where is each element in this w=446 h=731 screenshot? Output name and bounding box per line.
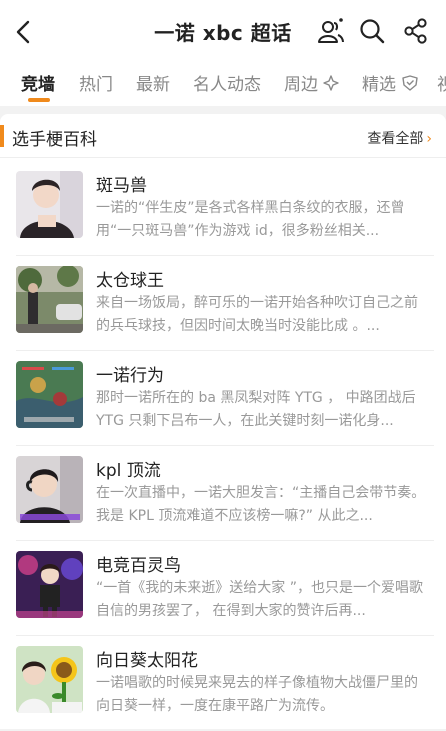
tab-merch[interactable]: 周边	[284, 70, 340, 95]
section-accent-bar	[0, 125, 4, 147]
item-title: 一诺行为	[96, 366, 164, 386]
thumbnail-image	[16, 456, 83, 523]
list-item[interactable]: 一诺行为 那时一诺所在的 ba 黑凤梨对阵 YTG ， 中路团战后 YTG 只剩…	[0, 351, 446, 446]
item-description: 在一次直播中，一诺大胆发言：“主播自己会带节奏。我是 KPL 顶流难道不应该榜一…	[96, 485, 426, 524]
item-title: 向日葵太阳花	[96, 651, 198, 671]
divider	[0, 157, 446, 158]
tab-video[interactable]: 视	[437, 70, 446, 95]
see-all-link[interactable]: 查看全部 ›	[367, 128, 432, 148]
tab-featured[interactable]: 精选	[362, 70, 419, 95]
badge-icon	[402, 75, 419, 91]
share-icon[interactable]	[402, 17, 430, 45]
item-title: 电竞百灵鸟	[96, 556, 181, 576]
item-description: “一首《我的未来逝》送给大家 ”，也只是一个爱唱歌自信的男孩罢了， 在得到大家的…	[96, 580, 423, 619]
item-description: 一诺唱歌的时候晃来晃去的样子像植物大战僵尸里的向日葵一样，一度在康平路广为流传。	[96, 675, 418, 714]
item-description: 一诺的“伴生皮”是各式各样黑白条纹的衣服，还曾用“一只斑马兽”作为游戏 id，很…	[96, 200, 405, 239]
tab-hot[interactable]: 热门	[79, 70, 113, 95]
thumbnail-image	[16, 266, 83, 333]
thumbnail-image	[16, 361, 83, 428]
item-title: kpl 顶流	[96, 461, 161, 481]
list-item[interactable]: 斑马兽 一诺的“伴生皮”是各式各样黑白条纹的衣服，还曾用“一只斑马兽”作为游戏 …	[0, 161, 446, 256]
sparkle-icon	[323, 75, 340, 91]
tab-jingqiang[interactable]: 竞墙	[21, 70, 55, 95]
members-icon[interactable]	[317, 17, 345, 45]
top-bar: 一诺 xbc 超话	[0, 0, 446, 62]
item-description: 那时一诺所在的 ba 黑凤梨对阵 YTG ， 中路团战后 YTG 只剩下吕布一人…	[96, 390, 416, 429]
tab-bar: 竞墙 热门 最新 名人动态 周边 精选 视	[0, 62, 446, 106]
see-all-label: 查看全部	[367, 131, 424, 147]
tab-latest[interactable]: 最新	[136, 70, 170, 95]
tab-featured-label: 精选	[362, 75, 396, 95]
list-item[interactable]: kpl 顶流 在一次直播中，一诺大胆发言：“主播自己会带节奏。我是 KPL 顶流…	[0, 446, 446, 541]
list-item[interactable]: 电竞百灵鸟 “一首《我的未来逝》送给大家 ”，也只是一个爱唱歌自信的男孩罢了， …	[0, 541, 446, 636]
meme-encyclopedia-card: 选手梗百科 查看全部 › 斑马兽 一诺的“伴生皮”是各式各样黑白条纹的衣服，还曾用…	[0, 114, 446, 729]
item-description: 来自一场饭局，醉可乐的一诺开始各种吹订自己之前的兵乓球技，但因时间太晚当时没能比…	[96, 295, 418, 334]
thumbnail-image	[16, 646, 83, 713]
section-title: 选手梗百科	[12, 130, 97, 150]
tab-merch-label: 周边	[284, 75, 318, 95]
chevron-right-icon: ›	[426, 131, 432, 147]
tab-celebrity[interactable]: 名人动态	[193, 70, 261, 95]
thumbnail-image	[16, 171, 83, 238]
list-item[interactable]: 向日葵太阳花 一诺唱歌的时候晃来晃去的样子像植物大战僵尸里的向日葵一样，一度在康…	[0, 636, 446, 731]
search-icon[interactable]	[358, 17, 386, 45]
item-title: 斑马兽	[96, 176, 147, 196]
item-title: 太仓球王	[96, 271, 164, 291]
thumbnail-image	[16, 551, 83, 618]
active-tab-indicator	[28, 98, 50, 102]
list-item[interactable]: 太仓球王 来自一场饭局，醉可乐的一诺开始各种吹订自己之前的兵乓球技，但因时间太晚…	[0, 256, 446, 351]
